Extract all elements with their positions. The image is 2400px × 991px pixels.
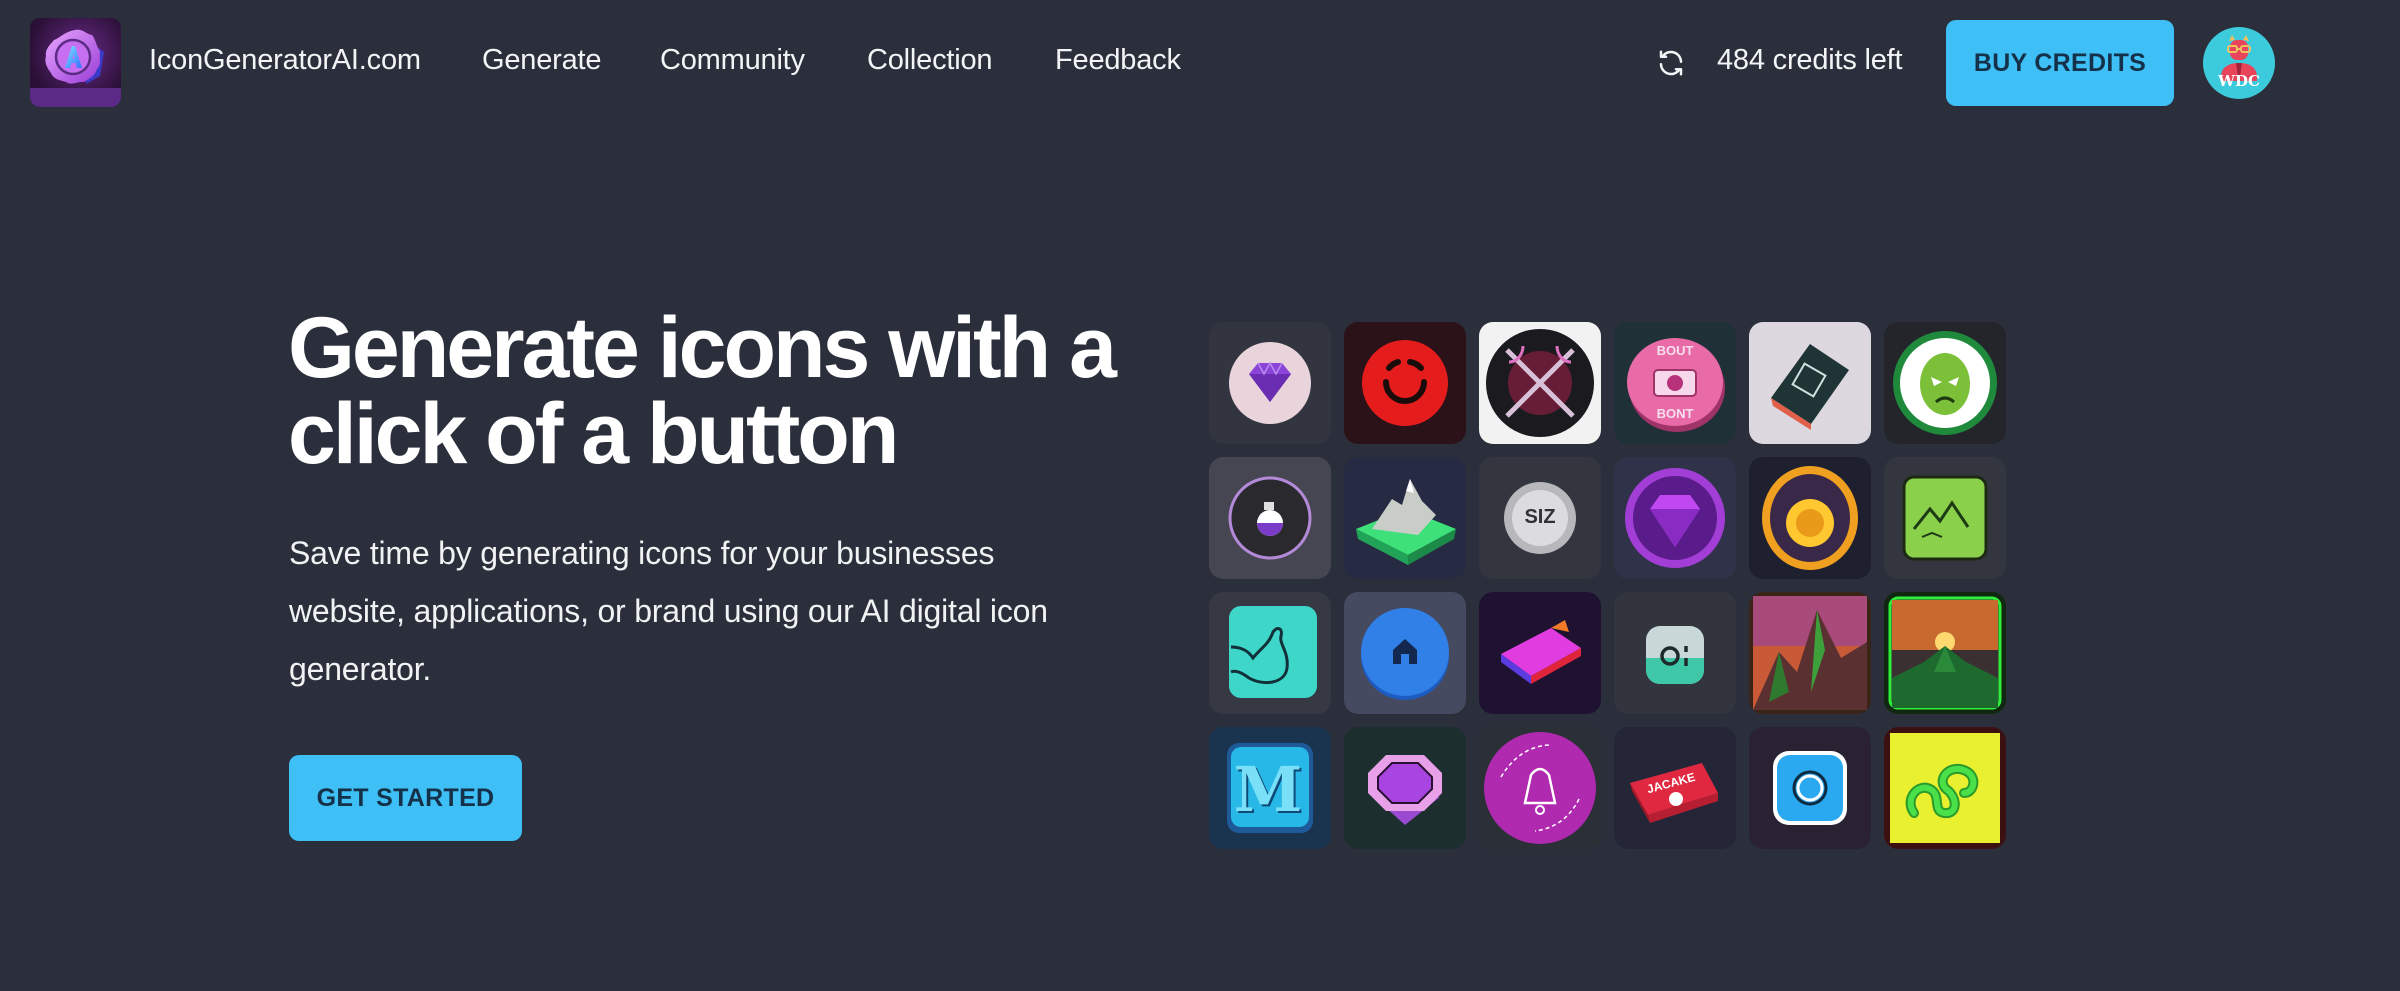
icon-gallery: BOUT BONT SIZ M M JACAKE <box>1209 322 2006 849</box>
svg-text:SIZ: SIZ <box>1524 506 1555 528</box>
user-avatar[interactable]: WDC <box>2203 27 2275 99</box>
hero-subtext: Save time by generating icons for your b… <box>289 535 1048 687</box>
nav-link-collection[interactable]: Collection <box>867 44 993 77</box>
purple-gem-coin-icon[interactable] <box>1614 457 1736 579</box>
flexed-arm-icon[interactable] <box>1209 592 1331 714</box>
green-snake-icon[interactable] <box>1884 727 2006 849</box>
letter-m-book-icon[interactable]: M M <box>1209 727 1331 849</box>
silver-badge-icon[interactable]: SIZ <box>1479 457 1601 579</box>
svg-text:BONT: BONT <box>1657 406 1694 421</box>
credits-remaining: 484 credits left <box>1717 44 1903 76</box>
top-navbar: IconGeneratorAI.com Generate Community C… <box>0 0 2400 128</box>
magenta-bell-icon[interactable] <box>1479 727 1601 849</box>
svg-text:M: M <box>1234 753 1303 826</box>
refresh-icon[interactable] <box>1656 48 1686 78</box>
crossed-swords-icon[interactable] <box>1479 322 1601 444</box>
snowy-mountain-block-icon[interactable] <box>1344 457 1466 579</box>
mountain-painting-icon[interactable] <box>1749 592 1871 714</box>
red-circle-icon[interactable] <box>1344 322 1466 444</box>
perfume-bottle-icon[interactable] <box>1209 457 1331 579</box>
svg-text:BOUT: BOUT <box>1657 343 1694 358</box>
gradient-block-icon[interactable] <box>1479 592 1601 714</box>
camera-app-icon[interactable] <box>1614 592 1736 714</box>
sunset-mountain-icon[interactable] <box>1884 592 2006 714</box>
nav-link-feedback[interactable]: Feedback <box>1055 44 1181 77</box>
purple-octagon-gem-icon[interactable] <box>1344 727 1466 849</box>
get-started-button[interactable]: GET STARTED <box>289 755 522 841</box>
blue-home-button-icon[interactable] <box>1344 592 1466 714</box>
brand-name[interactable]: IconGeneratorAI.com <box>149 44 421 77</box>
pink-coin-icon[interactable]: BOUT BONT <box>1614 322 1736 444</box>
nav-link-community[interactable]: Community <box>660 44 805 77</box>
nav-link-generate[interactable]: Generate <box>482 44 602 77</box>
red-jacake-box-icon[interactable]: JACAKE <box>1614 727 1736 849</box>
purple-gem-icon[interactable] <box>1209 322 1331 444</box>
green-alien-icon[interactable] <box>1884 322 2006 444</box>
golden-coin-icon[interactable] <box>1749 457 1871 579</box>
hero-headline: Generate icons with a click of a button <box>288 300 1117 482</box>
buy-credits-button[interactable]: BUY CREDITS <box>1946 20 2174 106</box>
avatar-initials: WDC <box>2218 72 2260 90</box>
green-landscape-icon[interactable] <box>1884 457 2006 579</box>
logo-badge-icon[interactable] <box>30 18 121 107</box>
blue-lens-icon[interactable] <box>1749 727 1871 849</box>
dark-cube-icon[interactable] <box>1749 322 1871 444</box>
